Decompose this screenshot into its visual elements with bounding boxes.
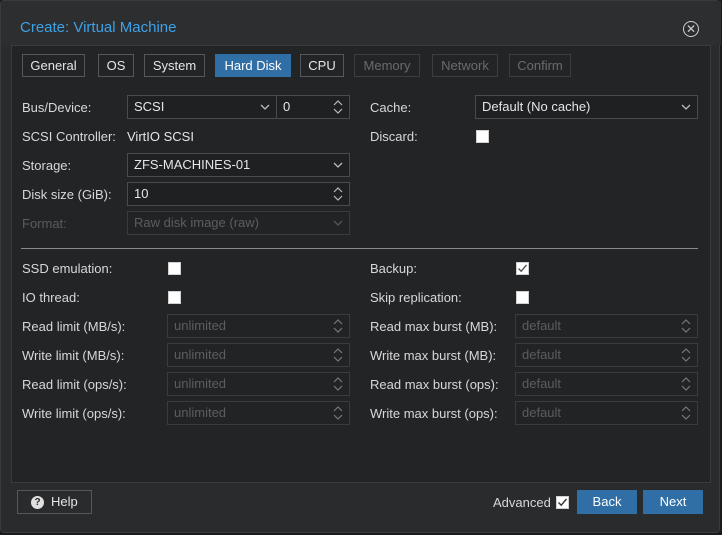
skip-replication-checkbox[interactable] — [516, 291, 529, 304]
advanced-checkbox[interactable] — [556, 496, 569, 509]
device-spinner[interactable]: 0 — [276, 95, 350, 119]
next-button[interactable]: Next — [643, 490, 703, 514]
write-burst-ops-label: Write max burst (ops): — [370, 406, 498, 421]
help-button-label: Help — [51, 494, 78, 509]
tab-memory[interactable]: Memory — [354, 54, 420, 77]
discard-label: Discard: — [370, 129, 418, 144]
scsi-controller-label: SCSI Controller: — [22, 129, 116, 144]
spinner-icon — [681, 348, 691, 362]
spinner-icon — [333, 187, 343, 201]
read-limit-input[interactable]: unlimited — [167, 314, 350, 338]
write-ops-input[interactable]: unlimited — [167, 401, 350, 425]
disk-size-input[interactable]: 10 — [127, 182, 350, 206]
write-burst-input[interactable]: default — [515, 343, 698, 367]
checkmark-icon — [558, 498, 568, 507]
spinner-icon — [681, 377, 691, 391]
write-ops-label: Write limit (ops/s): — [22, 406, 126, 421]
cache-select[interactable]: Default (No cache) — [475, 95, 698, 119]
checkmark-icon — [518, 264, 528, 273]
tab-network[interactable]: Network — [432, 54, 498, 77]
device-value: 0 — [283, 99, 291, 114]
skip-replication-label: Skip replication: — [370, 290, 462, 305]
discard-checkbox[interactable] — [476, 130, 489, 143]
section-divider — [21, 248, 698, 249]
storage-select[interactable]: ZFS-MACHINES-01 — [127, 153, 350, 177]
storage-value: ZFS-MACHINES-01 — [134, 157, 251, 172]
tab-os[interactable]: OS — [98, 54, 134, 77]
bus-value: SCSI — [134, 99, 165, 114]
close-icon[interactable]: ✕ — [683, 21, 699, 37]
tab-hard-disk[interactable]: Hard Disk — [215, 54, 291, 77]
read-burst-ops-label: Read max burst (ops): — [370, 377, 499, 392]
read-ops-label: Read limit (ops/s): — [22, 377, 127, 392]
spinner-icon — [333, 348, 343, 362]
create-vm-dialog: Create: Virtual Machine ✕ General OS Sys… — [0, 0, 721, 533]
title-bar: Create: Virtual Machine ✕ — [1, 1, 721, 45]
dialog-body: General OS System Hard Disk CPU Memory N… — [11, 45, 711, 483]
placeholder-text: unlimited — [174, 376, 227, 391]
write-limit-input[interactable]: unlimited — [167, 343, 350, 367]
chevron-down-icon — [333, 220, 343, 226]
ssd-emulation-label: SSD emulation: — [22, 261, 113, 276]
write-burst-label: Write max burst (MB): — [370, 348, 497, 363]
tab-bar: General OS System Hard Disk CPU Memory N… — [12, 46, 710, 86]
ssd-emulation-checkbox[interactable] — [168, 262, 181, 275]
read-burst-ops-input[interactable]: default — [515, 372, 698, 396]
placeholder-text: default — [522, 347, 562, 362]
placeholder-text: unlimited — [174, 347, 227, 362]
read-burst-input[interactable]: default — [515, 314, 698, 338]
spinner-icon — [333, 319, 343, 333]
spinner-icon — [681, 319, 691, 333]
chevron-down-icon — [260, 104, 270, 110]
help-icon: ? — [31, 496, 44, 509]
tab-general[interactable]: General — [22, 54, 85, 77]
back-button[interactable]: Back — [577, 490, 637, 514]
chevron-down-icon — [333, 162, 343, 168]
placeholder-text: unlimited — [174, 405, 227, 420]
tab-cpu[interactable]: CPU — [300, 54, 344, 77]
disk-size-value: 10 — [134, 186, 149, 201]
spinner-icon — [681, 406, 691, 420]
tab-confirm[interactable]: Confirm — [509, 54, 571, 77]
disk-size-label: Disk size (GiB): — [22, 187, 112, 202]
write-burst-ops-input[interactable]: default — [515, 401, 698, 425]
scsi-controller-value: VirtIO SCSI — [127, 129, 194, 144]
help-button[interactable]: ? Help — [17, 490, 92, 514]
storage-label: Storage: — [22, 158, 72, 173]
placeholder-text: default — [522, 405, 562, 420]
cache-label: Cache: — [370, 100, 412, 115]
placeholder-text: unlimited — [174, 318, 227, 333]
bus-device-label: Bus/Device: — [22, 100, 92, 115]
format-label: Format: — [22, 216, 67, 231]
write-limit-label: Write limit (MB/s): — [22, 348, 125, 363]
dialog-title: Create: Virtual Machine — [20, 19, 177, 36]
spinner-icon — [333, 100, 343, 114]
tab-system[interactable]: System — [144, 54, 205, 77]
placeholder-text: default — [522, 376, 562, 391]
read-burst-label: Read max burst (MB): — [370, 319, 498, 334]
read-limit-label: Read limit (MB/s): — [22, 319, 126, 334]
backup-checkbox[interactable] — [516, 262, 529, 275]
bus-select[interactable]: SCSI — [127, 95, 277, 119]
backup-label: Backup: — [370, 261, 417, 276]
placeholder-text: default — [522, 318, 562, 333]
advanced-label: Advanced — [493, 495, 551, 510]
io-thread-checkbox[interactable] — [168, 291, 181, 304]
io-thread-label: IO thread: — [22, 290, 80, 305]
format-value: Raw disk image (raw) — [134, 215, 259, 230]
format-select: Raw disk image (raw) — [127, 211, 350, 235]
spinner-icon — [333, 377, 343, 391]
cache-value: Default (No cache) — [482, 99, 591, 114]
read-ops-input[interactable]: unlimited — [167, 372, 350, 396]
spinner-icon — [333, 406, 343, 420]
chevron-down-icon — [681, 104, 691, 110]
